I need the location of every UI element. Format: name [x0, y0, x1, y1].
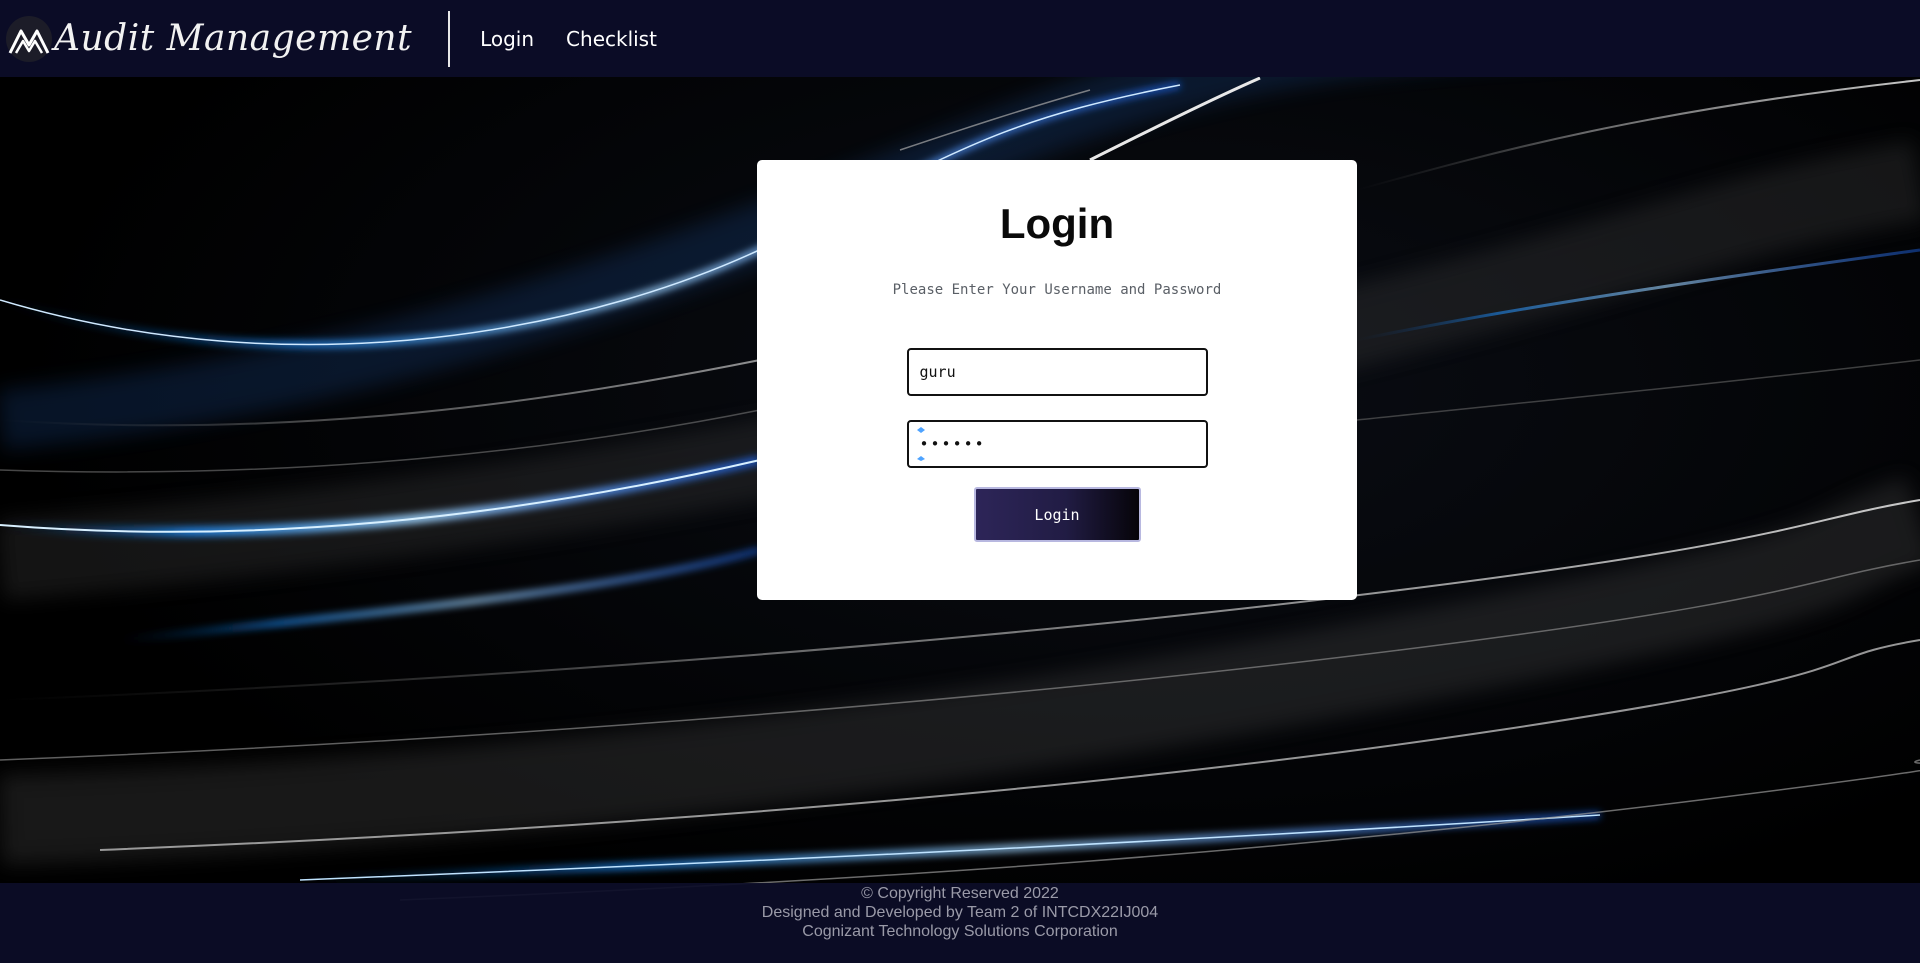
brand[interactable]: Audit Management: [0, 0, 412, 77]
login-button[interactable]: Login: [973, 487, 1141, 542]
password-input[interactable]: ••••••: [906, 420, 1208, 468]
footer: © Copyright Reserved 2022 Designed and D…: [0, 883, 1920, 963]
footer-copyright: © Copyright Reserved 2022: [861, 885, 1059, 902]
login-title: Login: [999, 200, 1115, 247]
nav-link-checklist[interactable]: Checklist: [566, 27, 657, 51]
key-icon[interactable]: [915, 426, 927, 462]
login-subtitle: Please Enter Your Username and Password: [892, 282, 1222, 298]
brand-name: Audit Management: [54, 18, 413, 59]
username-value: guru: [919, 363, 956, 381]
nav-divider: [448, 10, 451, 67]
nav-link-login[interactable]: Login: [480, 27, 534, 51]
login-card: Login Please Enter Your Username and Pas…: [757, 160, 1357, 600]
footer-company: Cognizant Technology Solutions Corporati…: [802, 923, 1118, 940]
mountain-logo-icon: [6, 15, 52, 62]
password-value: ••••••: [919, 435, 986, 453]
username-input[interactable]: guru: [906, 348, 1208, 396]
top-navbar: Audit Management Login Checklist: [0, 0, 1920, 77]
footer-team: Designed and Developed by Team 2 of INTC…: [761, 904, 1159, 921]
